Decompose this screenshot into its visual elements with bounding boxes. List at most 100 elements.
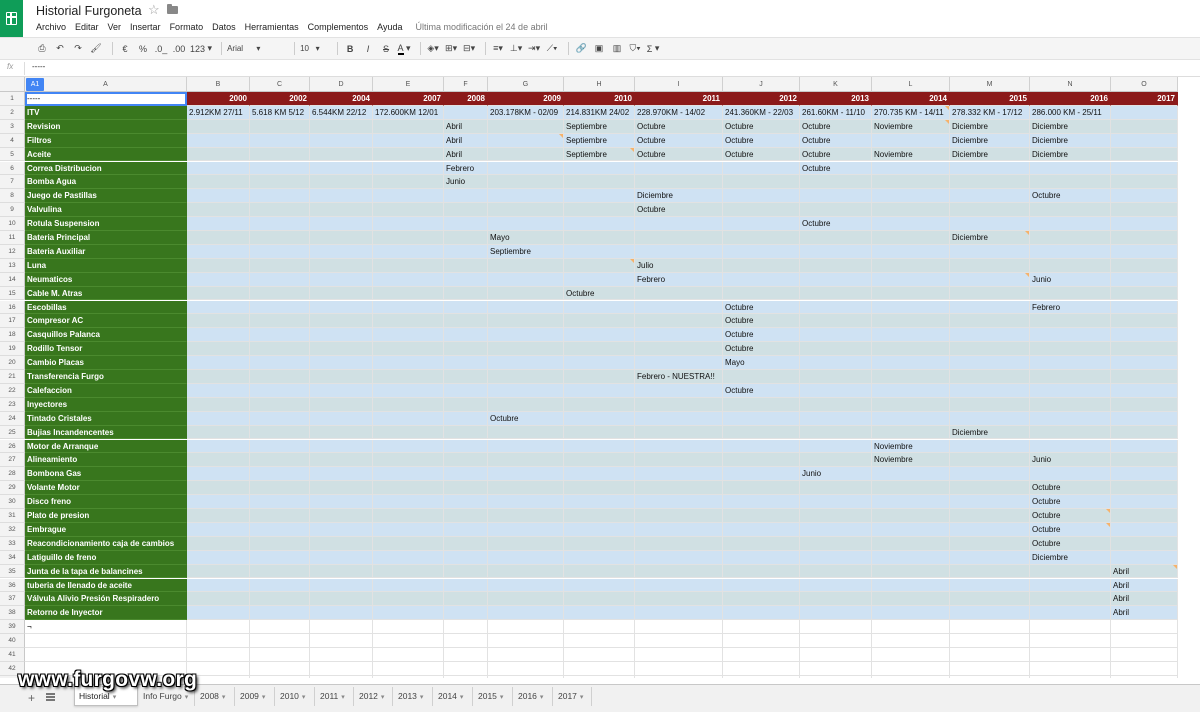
data-cell[interactable]: [373, 342, 444, 357]
menu-item-herramientas[interactable]: Herramientas: [245, 22, 299, 32]
data-cell[interactable]: [872, 356, 950, 370]
data-cell[interactable]: [1030, 411, 1111, 426]
sheet-tab-2009[interactable]: 2009 ▾: [236, 687, 275, 706]
data-cell[interactable]: Noviembre: [872, 147, 950, 162]
row-label-cell[interactable]: Junta de la tapa de balancines: [25, 564, 187, 579]
chevron-down-icon[interactable]: ▾: [580, 694, 584, 701]
data-cell[interactable]: [250, 147, 310, 162]
row-label-cell[interactable]: Casquillos Palanca: [25, 328, 187, 343]
data-cell[interactable]: [800, 397, 872, 412]
data-cell[interactable]: 5.618 KM 5/12: [250, 105, 310, 120]
data-cell[interactable]: [373, 550, 444, 565]
data-cell[interactable]: [373, 119, 444, 134]
data-cell[interactable]: [1030, 356, 1111, 370]
empty-cell[interactable]: [1111, 620, 1178, 635]
data-cell[interactable]: [444, 244, 488, 259]
data-cell[interactable]: [250, 286, 310, 301]
data-cell[interactable]: [187, 370, 250, 384]
data-cell[interactable]: [310, 272, 373, 287]
empty-cell[interactable]: [1111, 648, 1178, 662]
data-cell[interactable]: [1030, 383, 1111, 398]
data-cell[interactable]: [564, 342, 635, 357]
data-cell[interactable]: [444, 439, 488, 454]
empty-cell[interactable]: [488, 634, 564, 648]
data-cell[interactable]: [250, 314, 310, 329]
data-cell[interactable]: [1111, 105, 1178, 120]
data-cell[interactable]: [373, 244, 444, 259]
data-cell[interactable]: [310, 356, 373, 370]
data-cell[interactable]: [872, 217, 950, 231]
menu-item-ayuda[interactable]: Ayuda: [377, 22, 402, 32]
row-header[interactable]: 8: [0, 189, 25, 204]
data-cell[interactable]: [723, 411, 800, 426]
data-cell[interactable]: [250, 550, 310, 565]
empty-cell[interactable]: [872, 648, 950, 662]
data-cell[interactable]: Septiembre: [564, 133, 635, 148]
row-label-cell[interactable]: ITV: [25, 105, 187, 120]
data-cell[interactable]: [800, 383, 872, 398]
row-label-cell[interactable]: Retorno de Inyector: [25, 606, 187, 621]
data-cell[interactable]: [488, 370, 564, 384]
data-cell[interactable]: [800, 203, 872, 218]
font-size-select[interactable]: 10 ▾: [300, 41, 328, 57]
data-cell[interactable]: Junio: [444, 175, 488, 190]
row-label-cell[interactable]: Reacondicionamiento caja de cambios: [25, 536, 187, 551]
data-cell[interactable]: Abril: [1111, 606, 1178, 621]
data-cell[interactable]: [800, 439, 872, 454]
data-cell[interactable]: [1111, 342, 1178, 357]
chevron-down-icon[interactable]: ▾: [460, 694, 464, 701]
data-cell[interactable]: [1111, 439, 1178, 454]
data-cell[interactable]: [1111, 189, 1178, 204]
data-cell[interactable]: Abril: [1111, 564, 1178, 579]
data-cell[interactable]: [564, 314, 635, 329]
row-label-cell[interactable]: Revision: [25, 119, 187, 134]
data-cell[interactable]: [310, 397, 373, 412]
data-cell[interactable]: [1030, 564, 1111, 579]
data-cell[interactable]: [250, 161, 310, 176]
column-header-o[interactable]: O: [1111, 77, 1178, 92]
data-cell[interactable]: [250, 189, 310, 204]
data-cell[interactable]: [564, 550, 635, 565]
data-cell[interactable]: [950, 328, 1030, 343]
data-cell[interactable]: [564, 453, 635, 468]
data-cell[interactable]: [1111, 133, 1178, 148]
data-cell[interactable]: [373, 578, 444, 593]
data-cell[interactable]: [310, 119, 373, 134]
data-cell[interactable]: [444, 300, 488, 315]
data-cell[interactable]: [872, 397, 950, 412]
data-cell[interactable]: Septiembre: [564, 119, 635, 134]
data-cell[interactable]: [564, 231, 635, 245]
data-cell[interactable]: [444, 522, 488, 537]
data-cell[interactable]: [800, 286, 872, 301]
data-cell[interactable]: [635, 495, 723, 509]
data-cell[interactable]: [310, 467, 373, 482]
data-cell[interactable]: [373, 592, 444, 607]
row-header[interactable]: 4: [0, 133, 25, 148]
data-cell[interactable]: [310, 244, 373, 259]
data-cell[interactable]: [444, 231, 488, 245]
data-cell[interactable]: [250, 439, 310, 454]
data-cell[interactable]: [950, 467, 1030, 482]
column-header-b[interactable]: B: [187, 77, 250, 92]
data-cell[interactable]: [950, 481, 1030, 496]
data-cell[interactable]: [872, 272, 950, 287]
data-cell[interactable]: [872, 231, 950, 245]
data-cell[interactable]: Febrero - NUESTRA!!: [635, 370, 723, 384]
data-cell[interactable]: [635, 300, 723, 315]
data-cell[interactable]: [373, 231, 444, 245]
data-cell[interactable]: [187, 467, 250, 482]
data-cell[interactable]: [444, 105, 488, 120]
row-label-cell[interactable]: Válvula Alivio Presión Respiradero: [25, 592, 187, 607]
data-cell[interactable]: [950, 606, 1030, 621]
data-cell[interactable]: [187, 397, 250, 412]
year-header-cell[interactable]: 2015: [950, 92, 1030, 106]
data-cell[interactable]: [444, 383, 488, 398]
currency-button[interactable]: €: [118, 41, 132, 57]
data-cell[interactable]: Octubre: [723, 300, 800, 315]
data-cell[interactable]: [373, 272, 444, 287]
data-cell[interactable]: [187, 342, 250, 357]
data-cell[interactable]: [800, 314, 872, 329]
empty-cell[interactable]: [1111, 675, 1178, 678]
empty-cell[interactable]: [1030, 675, 1111, 678]
row-label-cell[interactable]: Calefaccion: [25, 383, 187, 398]
